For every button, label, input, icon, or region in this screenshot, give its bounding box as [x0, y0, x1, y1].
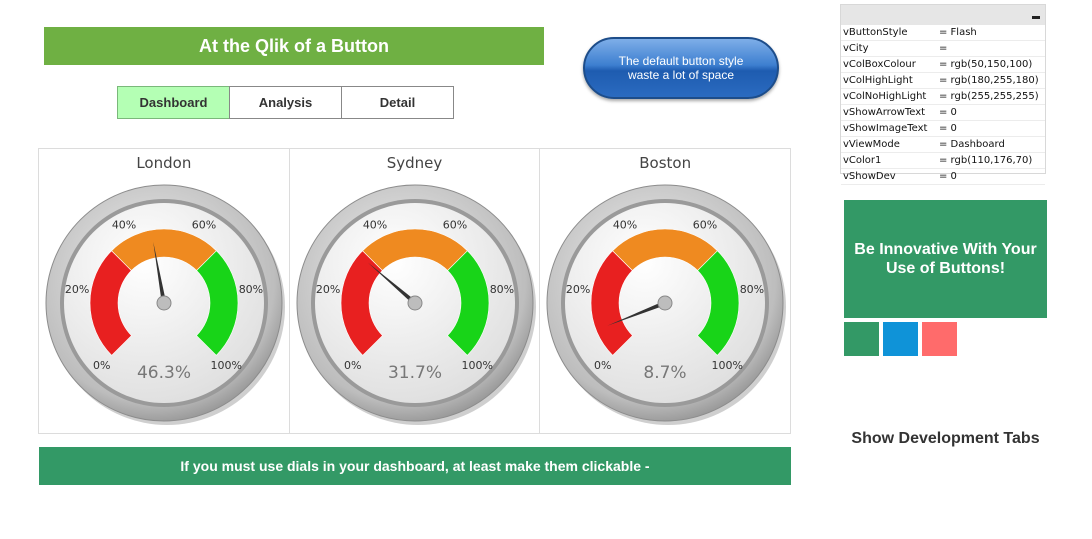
tab-detail[interactable]: Detail — [341, 86, 454, 119]
gauge-title: London — [136, 154, 192, 172]
gauge-tick-label: 20% — [316, 283, 340, 296]
variable-name: vButtonStyle — [843, 27, 908, 38]
gauge-dial[interactable]: 0% 20% 40% 60% 80% 100% 8.7% — [540, 179, 790, 429]
gauge-tick-label: 20% — [65, 283, 89, 296]
gauge-tick-label: 60% — [442, 219, 466, 232]
gauge-tick-label: 0% — [594, 359, 611, 372]
dials-banner[interactable]: If you must use dials in your dashboard,… — [39, 447, 791, 485]
swatch-red-button[interactable] — [922, 322, 957, 356]
gauge-hub — [657, 295, 673, 311]
gauge-value-label: 8.7% — [644, 363, 687, 383]
variable-value: = Flash — [939, 27, 977, 38]
gauge-tick-label: 0% — [344, 359, 361, 372]
variable-value: = — [939, 43, 948, 54]
variable-row: vShowArrowText = 0 — [841, 105, 1045, 121]
variable-value: = rgb(110,176,70) — [939, 155, 1033, 166]
variable-value: = Dashboard — [939, 139, 1005, 150]
variable-value: = 0 — [939, 123, 957, 134]
minimize-icon[interactable] — [1032, 16, 1040, 19]
gauge-value-label: 31.7% — [388, 363, 442, 383]
gauge-tick-label: 60% — [192, 219, 216, 232]
gauge-hub — [156, 295, 172, 311]
variable-row: vShowImageText = 0 — [841, 121, 1045, 137]
variable-name: vViewMode — [843, 139, 900, 150]
gauge-value-label: 46.3% — [137, 363, 191, 383]
gauge-tick-label: 40% — [613, 219, 637, 232]
variable-row: vCity = — [841, 41, 1045, 57]
view-tabs: Dashboard Analysis Detail — [117, 86, 454, 119]
show-dev-tabs-button[interactable]: Show Development Tabs — [844, 430, 1047, 448]
variable-value: = 0 — [939, 171, 957, 182]
variable-name: vColBoxColour — [843, 59, 916, 70]
swatch-blue-button[interactable] — [883, 322, 918, 356]
variable-value: = rgb(255,255,255) — [939, 91, 1039, 102]
variable-name: vColNoHighLight — [843, 91, 927, 102]
gauge-tick-label: 100% — [712, 359, 743, 372]
gauge-tick-label: 40% — [112, 219, 136, 232]
variable-row: vShowDev = 0 — [841, 169, 1045, 185]
gauge-tick-label: 80% — [489, 283, 513, 296]
gauge-dial[interactable]: 0% 20% 40% 60% 80% 100% 46.3% — [39, 179, 289, 429]
gauge-sydney[interactable]: Sydney 0% 20% 40% 60% 80% 100% 31.7% — [290, 149, 541, 433]
swatch-green-button[interactable] — [844, 322, 879, 356]
variable-row: vViewMode = Dashboard — [841, 137, 1045, 153]
variable-name: vShowArrowText — [843, 107, 926, 118]
variable-value: = rgb(180,255,180) — [939, 75, 1039, 86]
gauge-tick-label: 100% — [461, 359, 492, 372]
gauge-hub — [407, 295, 423, 311]
variable-value: = 0 — [939, 107, 957, 118]
variable-name: vShowDev — [843, 171, 896, 182]
gauge-london[interactable]: London 0% 20% 40% 60% 80% 100% 46.3% — [39, 149, 290, 433]
gauge-panel: London 0% 20% 40% 60% 80% 100% 46.3% Sydney 0%… — [38, 148, 791, 434]
promo-box[interactable]: Be Innovative With Your Use of Buttons! — [844, 200, 1047, 318]
tab-dashboard[interactable]: Dashboard — [117, 86, 230, 119]
variable-row: vColHighLight = rgb(180,255,180) — [841, 73, 1045, 89]
variable-row: vButtonStyle = Flash — [841, 25, 1045, 41]
variable-row: vColor1 = rgb(110,176,70) — [841, 153, 1045, 169]
variable-name: vColor1 — [843, 155, 882, 166]
gauge-tick-label: 40% — [362, 219, 386, 232]
gauge-tick-label: 60% — [693, 219, 717, 232]
variable-name: vColHighLight — [843, 75, 913, 86]
gauge-tick-label: 100% — [210, 359, 241, 372]
page-title: At the Qlik of a Button — [44, 27, 544, 65]
default-style-button[interactable]: The default button style waste a lot of … — [583, 37, 779, 99]
variables-table: vButtonStyle = Flash vCity = vColBoxColour = … — [840, 4, 1046, 185]
gauge-tick-label: 0% — [93, 359, 110, 372]
variables-header — [841, 5, 1045, 25]
gauge-title: Sydney — [386, 154, 443, 172]
variable-value: = rgb(50,150,100) — [939, 59, 1033, 70]
gauge-tick-label: 80% — [239, 283, 263, 296]
gauge-title: Boston — [639, 154, 692, 172]
gauge-tick-label: 20% — [566, 283, 590, 296]
tab-analysis[interactable]: Analysis — [229, 86, 342, 119]
variable-row: vColBoxColour = rgb(50,150,100) — [841, 57, 1045, 73]
gauge-boston[interactable]: Boston 0% 20% 40% 60% 80% 100% 8.7% — [540, 149, 790, 433]
gauge-tick-label: 80% — [740, 283, 764, 296]
variable-name: vCity — [843, 43, 869, 54]
gauge-dial[interactable]: 0% 20% 40% 60% 80% 100% 31.7% — [290, 179, 540, 429]
variable-row: vColNoHighLight = rgb(255,255,255) — [841, 89, 1045, 105]
variable-name: vShowImageText — [843, 123, 928, 134]
